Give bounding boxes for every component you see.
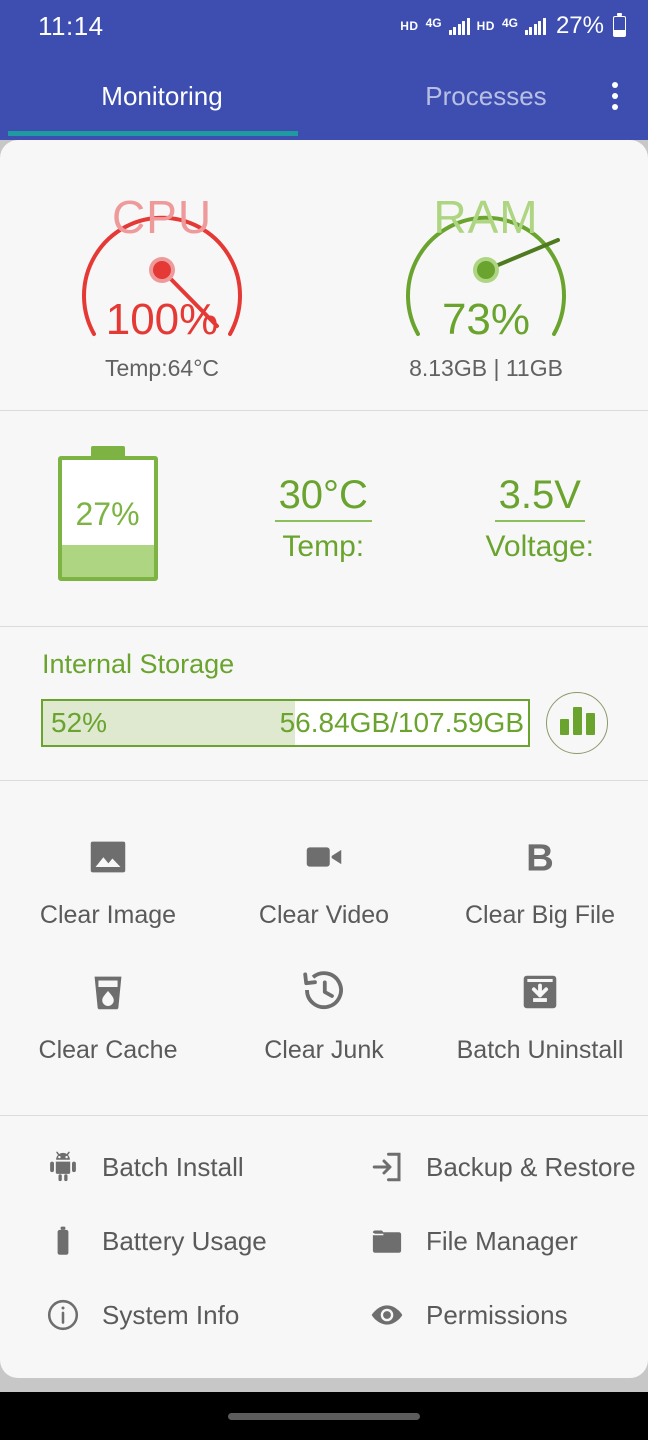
network-4g-icon-2: 4G: [502, 16, 518, 30]
image-icon: [80, 829, 136, 885]
tool-label: Battery Usage: [102, 1226, 267, 1257]
eye-icon: [366, 1294, 408, 1336]
tool-label: Permissions: [426, 1300, 568, 1331]
cleaner-actions-grid: Clear Image Clear Video B Clear Big File: [0, 781, 648, 1115]
hd-icon-1: HD: [400, 19, 418, 33]
cleaner-actions-row: Clear Image Clear Video B Clear Big File: [0, 815, 648, 950]
arrow-into-box-icon: [366, 1146, 408, 1188]
battery-voltage-value: 3.5V: [495, 474, 585, 522]
download-box-icon: [512, 964, 568, 1020]
tool-batch-install[interactable]: Batch Install: [0, 1130, 324, 1204]
battery-temp-value: 30°C: [275, 474, 372, 522]
tab-bar: Monitoring Processes: [0, 52, 648, 140]
action-label: Batch Uninstall: [457, 1036, 624, 1065]
ram-usage-detail: 8.13GB | 11GB: [376, 355, 596, 382]
status-battery-percent: 27%: [556, 12, 604, 40]
status-bar: 11:14 HD 4G HD 4G 27%: [0, 0, 648, 52]
storage-title: Internal Storage: [42, 649, 648, 680]
action-label: Clear Video: [259, 901, 389, 930]
battery-percent: 27%: [62, 496, 154, 533]
action-clear-big-file[interactable]: B Clear Big File: [432, 815, 648, 950]
big-file-icon: B: [512, 829, 568, 885]
battery-voltage-label: Voltage:: [432, 530, 648, 564]
battery-icon-cell: 27%: [0, 456, 215, 581]
battery-fill: [62, 545, 154, 577]
tab-monitoring[interactable]: Monitoring: [0, 81, 324, 112]
folder-icon: [366, 1220, 408, 1262]
action-label: Clear Cache: [39, 1036, 178, 1065]
status-battery-icon: [613, 16, 626, 37]
tab-indicator: [8, 131, 298, 136]
history-clock-icon: [296, 964, 352, 1020]
overflow-menu-icon[interactable]: [604, 74, 626, 118]
status-clock: 11:14: [38, 11, 104, 42]
tool-file-manager[interactable]: File Manager: [324, 1204, 648, 1278]
tool-label: System Info: [102, 1300, 239, 1331]
battery-temp-label: Temp:: [215, 530, 432, 564]
battery-voltage-stat: 3.5V Voltage:: [432, 474, 648, 564]
battery-icon: 27%: [58, 456, 158, 581]
signal-bars-icon-1: [449, 18, 470, 35]
tool-label: Backup & Restore: [426, 1152, 636, 1183]
tools-row: System Info Permissions: [0, 1278, 648, 1352]
battery-section[interactable]: 27% 30°C Temp: 3.5V Voltage:: [0, 411, 648, 626]
action-clear-video[interactable]: Clear Video: [216, 815, 432, 950]
cpu-gauge[interactable]: CPU 100% Temp:64°C: [0, 140, 324, 410]
hd-icon-2: HD: [477, 19, 495, 33]
tab-processes[interactable]: Processes: [324, 81, 648, 112]
tool-backup-restore[interactable]: Backup & Restore: [324, 1130, 648, 1204]
tool-battery-usage[interactable]: Battery Usage: [0, 1204, 324, 1278]
cache-cup-icon: [80, 964, 136, 1020]
battery-temp-stat: 30°C Temp:: [215, 474, 432, 564]
svg-text:B: B: [526, 836, 554, 879]
storage-section: Internal Storage 52% 56.84GB/107.59GB: [0, 627, 648, 780]
tools-row: Batch Install Backup & Restore: [0, 1130, 648, 1204]
action-label: Clear Big File: [465, 901, 615, 930]
action-clear-junk[interactable]: Clear Junk: [216, 950, 432, 1085]
content-card: CPU 100% Temp:64°C RAM 73% 8.13GB | 11GB: [0, 140, 648, 1378]
tool-label: File Manager: [426, 1226, 578, 1257]
ram-gauge[interactable]: RAM 73% 8.13GB | 11GB: [324, 140, 648, 410]
storage-progress-bar[interactable]: 52% 56.84GB/107.59GB: [41, 699, 530, 747]
tool-system-info[interactable]: System Info: [0, 1278, 324, 1352]
storage-chart-icon[interactable]: [546, 692, 608, 754]
tool-label: Batch Install: [102, 1152, 244, 1183]
storage-size: 56.84GB/107.59GB: [280, 707, 524, 739]
info-circle-icon: [42, 1294, 84, 1336]
ram-gauge-percent: 73%: [376, 295, 596, 345]
cpu-gauge-percent: 100%: [52, 295, 272, 345]
action-clear-image[interactable]: Clear Image: [0, 815, 216, 950]
android-icon: [42, 1146, 84, 1188]
cleaner-actions-row: Clear Cache Clear Junk Batch Uninstall: [0, 950, 648, 1085]
action-clear-cache[interactable]: Clear Cache: [0, 950, 216, 1085]
network-4g-icon-1: 4G: [426, 16, 442, 30]
battery-icon: [42, 1220, 84, 1262]
system-nav-bar: [0, 1392, 648, 1440]
signal-bars-icon-2: [525, 18, 546, 35]
app-root: 11:14 HD 4G HD 4G 27% Monitoring Process…: [0, 0, 648, 1440]
storage-percent: 52%: [51, 707, 107, 739]
cpu-temperature: Temp:64°C: [52, 355, 272, 382]
gauges-section: CPU 100% Temp:64°C RAM 73% 8.13GB | 11GB: [0, 140, 648, 410]
action-label: Clear Image: [40, 901, 176, 930]
status-indicators: HD 4G HD 4G 27%: [400, 12, 626, 40]
ram-gauge-label: RAM: [376, 190, 596, 244]
tools-row: Battery Usage File Manager: [0, 1204, 648, 1278]
action-label: Clear Junk: [264, 1036, 384, 1065]
tool-permissions[interactable]: Permissions: [324, 1278, 648, 1352]
action-batch-uninstall[interactable]: Batch Uninstall: [432, 950, 648, 1085]
gesture-pill[interactable]: [228, 1413, 420, 1420]
tools-list: Batch Install Backup & Restore Battery U…: [0, 1116, 648, 1378]
video-icon: [296, 829, 352, 885]
cpu-gauge-label: CPU: [52, 190, 272, 244]
